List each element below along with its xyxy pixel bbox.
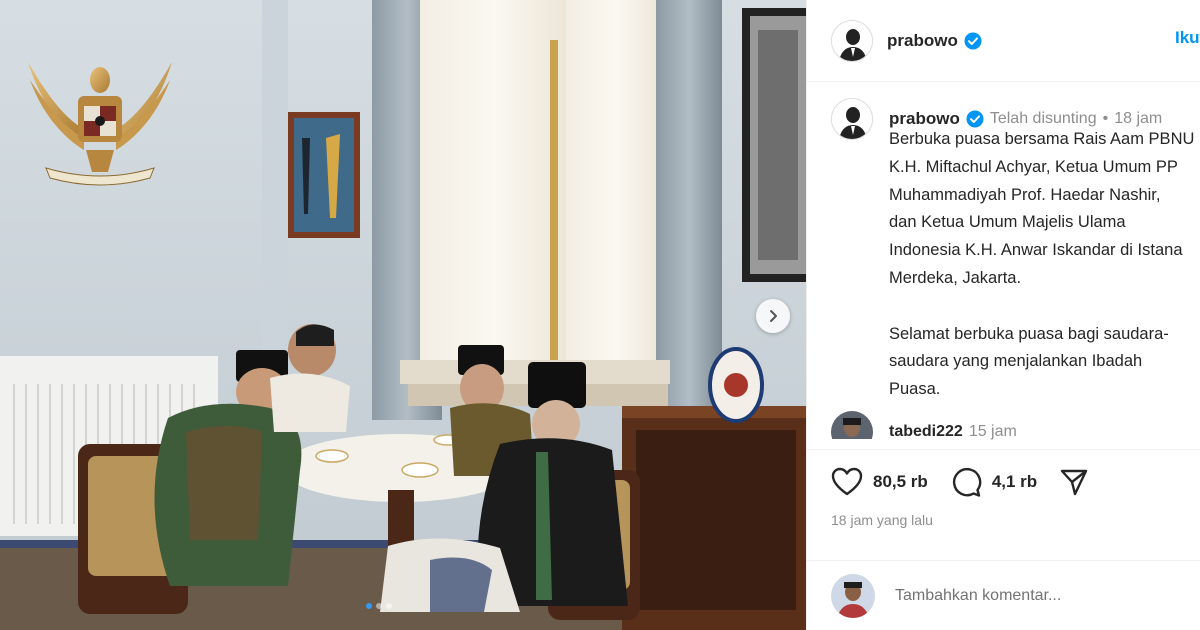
keris-frame: [288, 112, 360, 238]
caption-text: Berbuka puasa bersama Rais Aam PBNU K.H.…: [889, 126, 1200, 404]
posted-time-ago: 18 jam yang lalu: [831, 512, 933, 528]
caption-line: K.H. Miftachul Achyar, Ketua Umum PP: [889, 157, 1178, 176]
caption-paragraph-break: [889, 293, 1200, 321]
post-caption: prabowo Telah disunting • 18 jam Berbuka…: [831, 98, 1200, 398]
caption-line: Puasa.: [889, 380, 941, 399]
verified-badge-icon: [964, 32, 982, 49]
post-actions: 80,5 rb 4,1 rb 18 jam yang lalu: [807, 449, 1200, 528]
carousel-dot: [376, 603, 382, 609]
author-username[interactable]: prabowo: [887, 31, 958, 51]
comment-time: 15 jam: [968, 423, 1017, 440]
share-button[interactable]: [1059, 467, 1089, 497]
caption-line: Muhammadiyah Prof. Haedar Nashir,: [889, 185, 1161, 204]
caption-line: Selamat berbuka puasa bagi saudara-: [889, 324, 1169, 343]
paper-plane-icon: [1060, 469, 1088, 496]
comment-input[interactable]: [895, 586, 1175, 605]
commenter-username[interactable]: tabedi222: [889, 423, 963, 441]
heart-icon: [831, 467, 863, 496]
post-header: prabowo Ikuti: [807, 0, 1200, 82]
comment-button[interactable]: 4,1 rb: [950, 467, 1037, 497]
caption-author-avatar-image: [832, 99, 872, 139]
comment-item: tabedi222 15 jam: [831, 411, 1017, 453]
viewer-avatar-image: [831, 573, 875, 618]
caption-line: Indonesia K.H. Anwar Iskandar di Istana: [889, 241, 1183, 260]
post-side-panel: prabowo Ikuti prabowo Telah disunting: [806, 0, 1200, 630]
photo-scene: [0, 0, 806, 630]
viewer-avatar: [831, 573, 875, 618]
commenter-avatar-image: [831, 411, 873, 439]
next-slide-button[interactable]: [756, 299, 790, 333]
comment-icon: [952, 467, 982, 497]
like-button[interactable]: 80,5 rb: [831, 467, 928, 497]
commenter-avatar[interactable]: [831, 411, 873, 439]
caption-line: Berbuka puasa bersama Rais Aam PBNU: [889, 130, 1195, 148]
follow-button[interactable]: Ikuti: [1175, 28, 1200, 48]
like-count: 80,5 rb: [873, 472, 928, 491]
comment-count: 4,1 rb: [991, 472, 1038, 491]
carousel-indicator: [366, 603, 392, 609]
add-comment-bar: [807, 560, 1200, 630]
carousel-dot-active: [366, 603, 372, 609]
carousel-dot: [386, 603, 392, 609]
author-avatar-image: [832, 20, 872, 61]
author-avatar[interactable]: [831, 19, 873, 62]
post-photo[interactable]: [0, 0, 806, 630]
chevron-right-icon: [770, 310, 777, 322]
caption-line: Merdeka, Jakarta.: [889, 268, 1022, 287]
caption-author-avatar[interactable]: [831, 98, 873, 140]
caption-line: dan Ketua Umum Majelis Ulama: [889, 213, 1126, 232]
caption-line: saudara yang menjalankan Ibadah: [889, 352, 1143, 371]
